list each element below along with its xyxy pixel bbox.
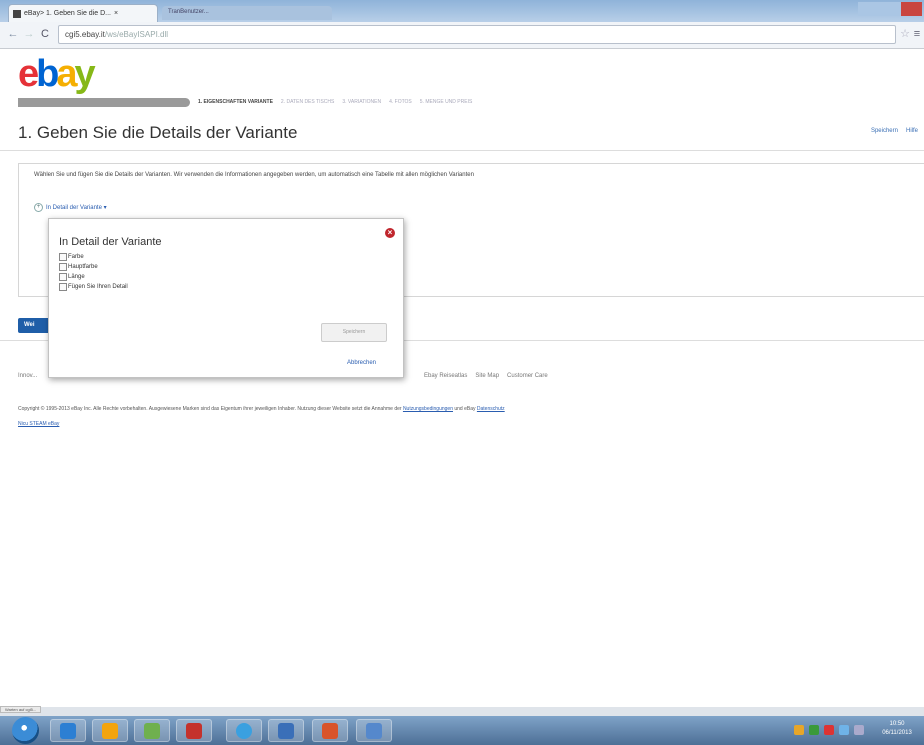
browser-titlebar: eBay> 1. Geben Sie die D... × TranBenutz… <box>0 0 924 22</box>
browser-toolbar: ← → C cgi5.ebay.it/ws/eBayISAPI.dll ☆ ≡ <box>0 22 924 49</box>
tray-icon[interactable] <box>839 725 849 735</box>
footer-link[interactable]: Site Map <box>475 373 499 379</box>
tray-icon[interactable] <box>809 725 819 735</box>
status-text: Warten auf cgi5... <box>0 706 42 713</box>
step-2: 2. DATEN DES TISCHS <box>280 99 335 105</box>
footer-links: Ebay Reiseatlas Site Map Customer Care <box>424 373 548 379</box>
window-controls <box>858 2 922 18</box>
step-1: 1. EIGENSCHAFTEN VARIANTE <box>198 99 273 105</box>
footer-link[interactable]: Customer Care <box>507 373 548 379</box>
variant-detail-dropdown[interactable]: + In Detail der Variante ▾ <box>34 203 107 212</box>
step-5: 5. MENGE UND PREIS <box>419 99 473 105</box>
tray-icon[interactable] <box>854 725 864 735</box>
clock-time: 10:50 <box>889 721 905 727</box>
option-hauptfarbe[interactable]: Hauptfarbe <box>59 262 128 272</box>
checkbox[interactable] <box>59 263 67 271</box>
menu-icon[interactable]: ≡ <box>910 26 924 42</box>
option-list: Farbe Hauptfarbe Länge Fügen Sie Ihren D… <box>59 252 128 292</box>
option-farbe[interactable]: Farbe <box>59 252 128 262</box>
maximize-icon[interactable] <box>879 2 901 16</box>
address-host: cgi5.ebay.it <box>65 30 105 39</box>
option-laenge[interactable]: Länge <box>59 272 128 282</box>
status-bar: Warten auf cgi5... <box>0 706 924 716</box>
footer-link-first[interactable]: Innov... <box>18 373 37 379</box>
step-progress-bar <box>18 97 190 107</box>
copyright-mid: und eBay <box>452 406 477 412</box>
option-label: Hauptfarbe <box>68 264 98 270</box>
address-bar[interactable]: cgi5.ebay.it/ws/eBayISAPI.dll <box>58 25 896 44</box>
variant-detail-label: In Detail der Variante ▾ <box>46 205 107 211</box>
reload-icon[interactable]: C <box>38 26 52 42</box>
checkbox[interactable] <box>59 273 67 281</box>
option-label: Fügen Sie Ihren Detail <box>68 284 128 290</box>
divider <box>0 150 924 151</box>
address-path: /ws/eBayISAPI.dll <box>104 30 169 39</box>
privacy-link[interactable]: Datenschutz <box>477 406 505 412</box>
close-window-icon[interactable] <box>900 2 922 16</box>
tray-icon[interactable] <box>824 725 834 735</box>
back-icon[interactable]: ← <box>6 26 20 42</box>
footer-link[interactable]: Ebay Reiseatlas <box>424 373 467 379</box>
ebay-logo[interactable]: ebay <box>18 54 96 94</box>
close-icon[interactable]: × <box>385 228 395 238</box>
tab-close-icon[interactable]: × <box>114 10 118 17</box>
intro-text: Wählen Sie und fügen Sie die Details der… <box>34 172 474 178</box>
cancel-link[interactable]: Abbrechen <box>347 360 376 366</box>
terms-link[interactable]: Nutzungsbedingungen <box>403 406 453 412</box>
explorer-taskbar-icon[interactable] <box>134 719 170 742</box>
powerpoint-taskbar-icon[interactable] <box>312 719 348 742</box>
save-button[interactable]: Speichern <box>321 323 387 342</box>
app2-taskbar-icon[interactable] <box>356 719 392 742</box>
browser-tab-inactive[interactable]: TranBenutzer... <box>162 6 332 20</box>
taskbar: 10:50 06/11/2013 <box>0 716 924 745</box>
progress-steps: 1. EIGENSCHAFTEN VARIANTE 2. DATEN DES T… <box>18 97 472 107</box>
option-label: Farbe <box>68 254 84 260</box>
option-custom[interactable]: Fügen Sie Ihren Detail <box>59 282 128 292</box>
chrome-taskbar-icon[interactable] <box>226 719 262 742</box>
clock[interactable]: 10:50 06/11/2013 <box>872 720 922 738</box>
ebay-favicon-icon <box>13 9 21 18</box>
minimize-icon[interactable] <box>858 2 880 16</box>
top-links: Speichern Hilfe <box>871 128 918 134</box>
lync-taskbar-icon[interactable] <box>268 719 304 742</box>
step-4: 4. FOTOS <box>389 99 412 105</box>
copyright-main: Copyright © 1995-2013 eBay Inc. Alle Rec… <box>18 406 402 412</box>
plus-icon: + <box>34 203 43 212</box>
ie-taskbar-icon[interactable] <box>50 719 86 742</box>
page-title: 1. Geben Sie die Details der Variante <box>18 123 298 142</box>
clock-date: 06/11/2013 <box>882 730 912 736</box>
system-tray <box>794 725 864 735</box>
tab-title: eBay> 1. Geben Sie die D... <box>24 10 111 17</box>
tray-icon[interactable] <box>794 725 804 735</box>
popup-title: In Detail der Variante <box>59 236 162 248</box>
checkbox[interactable] <box>59 253 67 261</box>
option-label: Länge <box>68 274 85 280</box>
browser-tab-active[interactable]: eBay> 1. Geben Sie die D... × <box>8 4 158 22</box>
contract-link[interactable]: Nicu STEAM eBay <box>18 421 59 427</box>
save-link[interactable]: Speichern <box>871 128 898 134</box>
app-taskbar-icon[interactable] <box>176 719 212 742</box>
copyright-text: Copyright © 1995-2013 eBay Inc. Alle Rec… <box>18 406 898 412</box>
start-button[interactable] <box>12 717 39 744</box>
checkbox[interactable] <box>59 283 67 291</box>
variant-detail-popup: In Detail der Variante × Farbe Hauptfarb… <box>48 218 404 378</box>
step-3: 3. VARIATIONEN <box>342 99 382 105</box>
office-taskbar-icon[interactable] <box>92 719 128 742</box>
help-link[interactable]: Hilfe <box>906 128 918 134</box>
forward-icon[interactable]: → <box>22 26 36 42</box>
